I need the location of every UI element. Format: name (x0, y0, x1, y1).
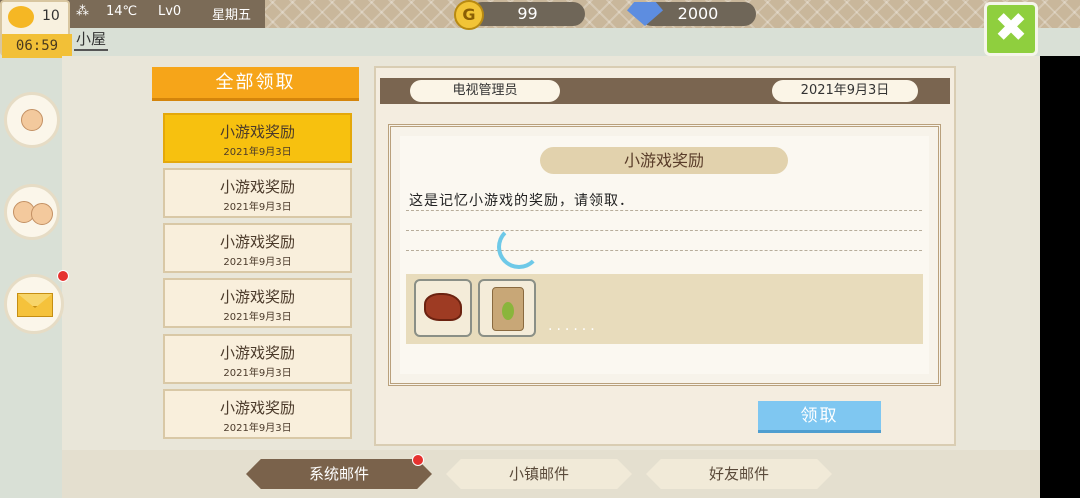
tab-system-mail[interactable]: 系统邮件 (246, 459, 432, 489)
claim-button[interactable]: 领取 (758, 401, 881, 433)
weather-widget[interactable]: 10 06:59 (0, 0, 72, 58)
rain-icon: ⁂ (76, 4, 89, 19)
mail-date: 2021年9月3日 (223, 423, 292, 434)
coin-counter: 99 (470, 2, 585, 26)
character-icon (21, 109, 43, 131)
list-item[interactable]: 小游戏奖励 2021年9月3日 (163, 223, 352, 273)
profile-button[interactable] (4, 92, 60, 148)
list-item[interactable]: 小游戏奖励 2021年9月3日 (163, 278, 352, 328)
sender-name: 电视管理员 (410, 80, 560, 102)
envelope-icon (17, 293, 53, 317)
more-indicator: ...... (548, 318, 599, 334)
mail-title: 小游戏奖励 (219, 233, 295, 251)
mail-date: 2021年9月3日 (223, 147, 292, 158)
friends-button[interactable] (4, 184, 60, 240)
divider (406, 210, 922, 211)
reward-item-slot[interactable] (478, 279, 536, 337)
divider (406, 230, 922, 231)
mail-body: 这是记忆小游戏的奖励，请领取． (409, 193, 634, 209)
mail-date: 2021年9月3日 (223, 257, 292, 268)
mail-title: 小游戏奖励 (219, 344, 295, 362)
weekday: 星期五 (212, 8, 252, 23)
mail-date: 2021年9月3日 (223, 368, 292, 379)
clock: 06:59 (2, 34, 72, 58)
player-level: Lv0 (158, 4, 182, 19)
temperature: 14℃ (106, 4, 138, 19)
mail-title: 小游戏奖励 (219, 178, 295, 196)
mail-button[interactable] (4, 274, 64, 334)
mail-title: 小游戏奖励 (219, 399, 295, 417)
coin-icon: G (454, 0, 484, 30)
divider (406, 250, 922, 251)
mail-date: 2021年9月3日 (223, 202, 292, 213)
list-item[interactable]: 小游戏奖励 2021年9月3日 (163, 389, 352, 439)
tab-home[interactable]: 小屋 (74, 28, 109, 51)
list-item[interactable]: 小游戏奖励 2021年9月3日 (163, 113, 352, 163)
seed-bag-icon (492, 287, 524, 331)
mail-subject: 小游戏奖励 (540, 147, 788, 174)
notification-dot (412, 454, 424, 466)
friend-icon (31, 203, 53, 225)
list-item[interactable]: 小游戏奖励 2021年9月3日 (163, 334, 352, 384)
meat-icon (424, 293, 462, 321)
sun-icon (8, 6, 34, 28)
coin-amount: 99 (517, 4, 538, 23)
tab-town-mail[interactable]: 小镇邮件 (446, 459, 632, 489)
mail-title: 小游戏奖励 (219, 288, 295, 306)
screen-edge (1040, 56, 1080, 498)
list-item[interactable]: 小游戏奖励 2021年9月3日 (163, 168, 352, 218)
tab-friend-mail[interactable]: 好友邮件 (646, 459, 832, 489)
mail-title: 小游戏奖励 (219, 123, 295, 141)
level-badge: 10 (42, 8, 60, 24)
close-button[interactable]: ✖ (984, 2, 1038, 56)
notification-dot (57, 270, 69, 282)
reward-item-slot[interactable] (414, 279, 472, 337)
loading-spinner-icon (497, 225, 541, 269)
mail-date: 2021年9月3日 (223, 312, 292, 323)
mail-date-header: 2021年9月3日 (772, 80, 918, 102)
gem-amount: 2000 (677, 4, 719, 23)
claim-all-button[interactable]: 全部领取 (152, 67, 359, 101)
